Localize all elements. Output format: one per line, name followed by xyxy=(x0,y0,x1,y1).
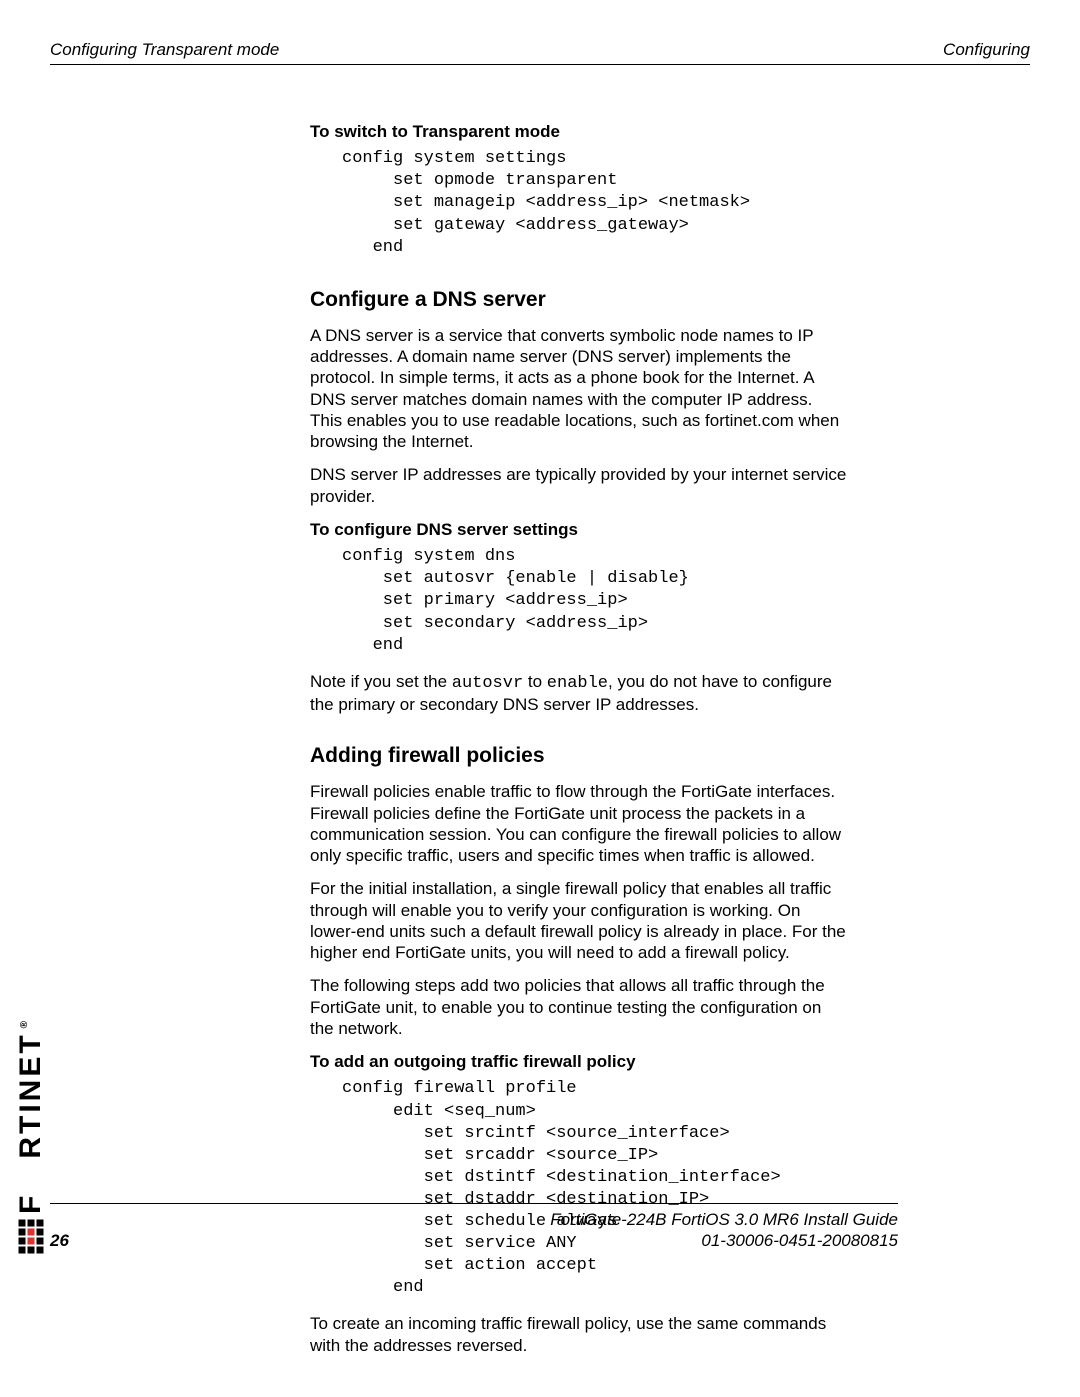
heading-adding-firewall-policies: Adding firewall policies xyxy=(310,743,848,769)
heading-configure-dns: Configure a DNS server xyxy=(310,287,848,313)
paragraph-note: Note if you set the autosvr to enable, y… xyxy=(310,671,848,716)
paragraph: For the initial installation, a single f… xyxy=(310,878,848,963)
fortinet-logo-icon xyxy=(19,1220,44,1254)
subhead-configure-dns-settings: To configure DNS server settings xyxy=(310,519,848,540)
footer-rule xyxy=(50,1203,898,1204)
header-left: Configuring Transparent mode xyxy=(50,40,279,60)
code-block-transparent: config system settings set opmode transp… xyxy=(342,148,848,258)
paragraph: Firewall policies enable traffic to flow… xyxy=(310,781,848,866)
note-text: Note if you set the xyxy=(310,672,452,691)
code-block-firewall: config firewall profile edit <seq_num> s… xyxy=(342,1078,848,1299)
trademark-symbol: ® xyxy=(19,1018,30,1028)
subhead-add-outgoing-policy: To add an outgoing traffic firewall poli… xyxy=(310,1051,848,1072)
header-right: Configuring xyxy=(943,40,1030,60)
paragraph: A DNS server is a service that converts … xyxy=(310,325,848,453)
note-text: to xyxy=(523,672,547,691)
inline-code: enable xyxy=(547,674,608,693)
code-block-dns: config system dns set autosvr {enable | … xyxy=(342,546,848,656)
footer-line2: 01-30006-0451-20080815 xyxy=(50,1231,898,1251)
fortinet-logo: F RTINET ® xyxy=(14,1018,48,1249)
page-number: 26 xyxy=(50,1231,69,1251)
paragraph: The following steps add two policies tha… xyxy=(310,975,848,1039)
header-rule xyxy=(50,64,1030,65)
footer-line1: FortiGate-224B FortiOS 3.0 MR6 Install G… xyxy=(50,1210,898,1230)
main-content: To switch to Transparent mode config sys… xyxy=(310,121,848,1356)
subhead-switch-transparent: To switch to Transparent mode xyxy=(310,121,848,142)
paragraph: DNS server IP addresses are typically pr… xyxy=(310,464,848,507)
fortinet-logo-text: F RTINET xyxy=(14,1032,48,1214)
page-footer: 26 FortiGate-224B FortiOS 3.0 MR6 Instal… xyxy=(50,1203,898,1251)
inline-code: autosvr xyxy=(452,674,523,693)
paragraph: To create an incoming traffic firewall p… xyxy=(310,1313,848,1356)
